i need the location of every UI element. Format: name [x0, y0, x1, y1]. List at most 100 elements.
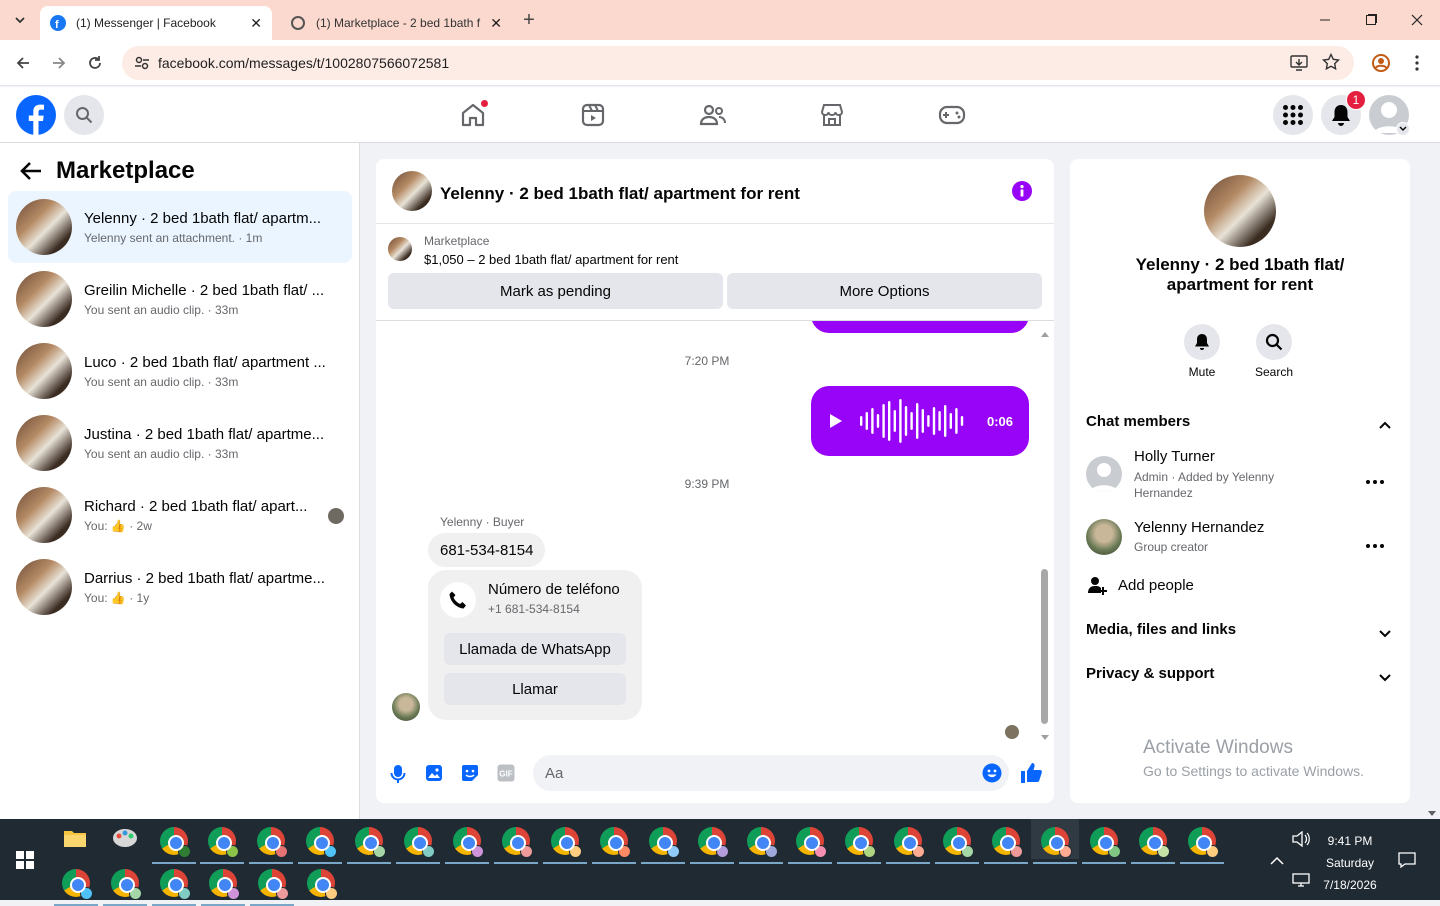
reload-icon[interactable]	[82, 50, 108, 76]
site-info-icon[interactable]	[134, 55, 150, 74]
tab-close-icon[interactable]: ✕	[490, 15, 502, 32]
chrome-taskbar-icon[interactable]	[796, 827, 827, 858]
tab-search-chevron-icon[interactable]	[6, 6, 34, 34]
sender-avatar[interactable]	[392, 693, 420, 721]
phone-message-bubble[interactable]: 681-534-8154	[428, 533, 546, 567]
conversation-item[interactable]: Richard · 2 bed 1bath flat/ apart... You:…	[8, 479, 352, 551]
maximize-icon[interactable]	[1358, 7, 1384, 33]
back-arrow-icon[interactable]	[20, 161, 42, 186]
search-in-chat-button[interactable]	[1256, 324, 1292, 360]
conversation-item[interactable]: Justina · 2 bed 1bath flat/ apartme... Yo…	[8, 407, 352, 479]
chrome-taskbar-icon[interactable]	[1090, 827, 1121, 858]
play-icon[interactable]	[829, 413, 843, 434]
network-icon[interactable]	[1292, 873, 1310, 892]
chevron-down-icon[interactable]	[1379, 625, 1391, 643]
member-more-icon[interactable]	[1366, 471, 1384, 489]
microphone-icon[interactable]	[390, 764, 406, 789]
member-avatar[interactable]	[1086, 519, 1122, 555]
emoji-icon[interactable]	[982, 763, 1002, 788]
scroll-up-icon[interactable]	[1040, 325, 1050, 343]
clock[interactable]: 9:41 PM Saturday 7/18/2026	[1318, 830, 1382, 896]
search-button[interactable]	[64, 95, 104, 135]
member-name[interactable]: Yelenny Hernandez	[1134, 519, 1264, 536]
listing-text[interactable]: $1,050 – 2 bed 1bath flat/ apartment for…	[424, 252, 678, 267]
chrome-taskbar-icon[interactable]	[453, 827, 484, 858]
chrome-taskbar-icon[interactable]	[1139, 827, 1170, 858]
new-tab-icon[interactable]: +	[516, 7, 542, 33]
gaming-icon[interactable]	[936, 99, 968, 131]
close-window-icon[interactable]	[1404, 7, 1430, 33]
scrollbar-thumb[interactable]	[1041, 569, 1048, 724]
forward-icon[interactable]	[46, 50, 72, 76]
previous-audio-bubble[interactable]	[811, 321, 1029, 333]
chrome-taskbar-icon[interactable]	[160, 827, 191, 858]
chrome-taskbar-icon[interactable]	[160, 869, 191, 900]
profile-icon[interactable]	[1368, 50, 1394, 76]
add-people-icon[interactable]	[1088, 576, 1108, 601]
bookmark-star-icon[interactable]	[1321, 52, 1341, 74]
chrome-taskbar-icon[interactable]	[992, 827, 1023, 858]
whatsapp-call-button[interactable]: Llamada de WhatsApp	[444, 633, 626, 665]
chrome-taskbar-icon[interactable]	[943, 827, 974, 858]
home-icon[interactable]	[457, 99, 489, 131]
minimize-icon[interactable]	[1312, 7, 1338, 33]
back-icon[interactable]	[10, 50, 36, 76]
chrome-taskbar-icon[interactable]	[208, 827, 239, 858]
member-name[interactable]: Holly Turner	[1134, 448, 1215, 465]
volume-icon[interactable]	[1292, 830, 1310, 852]
tab-marketplace[interactable]: (1) Marketplace - 2 bed 1bath f ✕	[280, 6, 512, 40]
friends-icon[interactable]	[697, 99, 729, 131]
chrome-taskbar-icon[interactable]	[502, 827, 533, 858]
chrome-taskbar-icon[interactable]	[1041, 827, 1072, 858]
chat-members-toggle[interactable]: Chat members	[1086, 413, 1190, 430]
marketplace-icon[interactable]	[816, 99, 848, 131]
gif-icon[interactable]: GIF	[497, 764, 515, 787]
audio-message-bubble[interactable]: 0:06	[811, 386, 1029, 456]
video-icon[interactable]	[577, 99, 609, 131]
chrome-taskbar-icon[interactable]	[209, 869, 240, 900]
account-chevron-icon[interactable]	[1396, 122, 1410, 136]
chrome-taskbar-icon[interactable]	[257, 827, 288, 858]
file-explorer-icon[interactable]	[63, 827, 87, 854]
show-hidden-icons[interactable]	[1270, 853, 1284, 871]
chrome-taskbar-icon[interactable]	[894, 827, 925, 858]
chrome-taskbar-icon[interactable]	[306, 827, 337, 858]
chrome-taskbar-icon[interactable]	[111, 869, 142, 900]
call-button[interactable]: Llamar	[444, 673, 626, 705]
chrome-taskbar-icon[interactable]	[551, 827, 582, 858]
conversation-item[interactable]: Yelenny · 2 bed 1bath flat/ apartm... Yel…	[8, 191, 352, 263]
paint-app-icon[interactable]	[112, 827, 138, 854]
chrome-taskbar-icon[interactable]	[404, 827, 435, 858]
mute-button[interactable]	[1184, 324, 1220, 360]
chevron-up-icon[interactable]	[1379, 416, 1391, 434]
chrome-taskbar-icon[interactable]	[258, 869, 289, 900]
photo-icon[interactable]	[425, 764, 443, 787]
chat-info-icon[interactable]	[1012, 181, 1032, 201]
scroll-down-icon[interactable]	[1040, 729, 1050, 747]
member-avatar[interactable]	[1086, 456, 1122, 492]
windows-start-icon[interactable]	[16, 851, 34, 874]
sticker-icon[interactable]	[460, 764, 480, 787]
chrome-taskbar-icon[interactable]	[747, 827, 778, 858]
browser-menu-icon[interactable]	[1404, 50, 1430, 76]
chevron-down-icon[interactable]	[1379, 669, 1391, 687]
chrome-taskbar-icon[interactable]	[62, 869, 93, 900]
conversation-item[interactable]: Darrius · 2 bed 1bath flat/ apartme... Yo…	[8, 551, 352, 623]
tab-messenger[interactable]: f (1) Messenger | Facebook ✕	[40, 6, 272, 40]
facebook-logo-icon[interactable]	[16, 95, 56, 140]
chrome-taskbar-icon[interactable]	[307, 869, 338, 900]
chrome-taskbar-icon[interactable]	[698, 827, 729, 858]
like-thumbs-up-icon[interactable]	[1020, 762, 1042, 789]
more-options-button[interactable]: More Options	[727, 273, 1042, 309]
chrome-taskbar-icon[interactable]	[1188, 827, 1219, 858]
chat-header-avatar[interactable]	[392, 171, 432, 211]
chrome-taskbar-icon[interactable]	[649, 827, 680, 858]
tab-close-icon[interactable]: ✕	[250, 15, 262, 32]
action-center-icon[interactable]	[1398, 851, 1416, 874]
chrome-taskbar-icon[interactable]	[600, 827, 631, 858]
chrome-taskbar-icon[interactable]	[845, 827, 876, 858]
mark-pending-button[interactable]: Mark as pending	[388, 273, 723, 309]
conversation-item[interactable]: Luco · 2 bed 1bath flat/ apartment ... Yo…	[8, 335, 352, 407]
member-more-icon[interactable]	[1366, 535, 1384, 553]
chrome-taskbar-icon[interactable]	[355, 827, 386, 858]
